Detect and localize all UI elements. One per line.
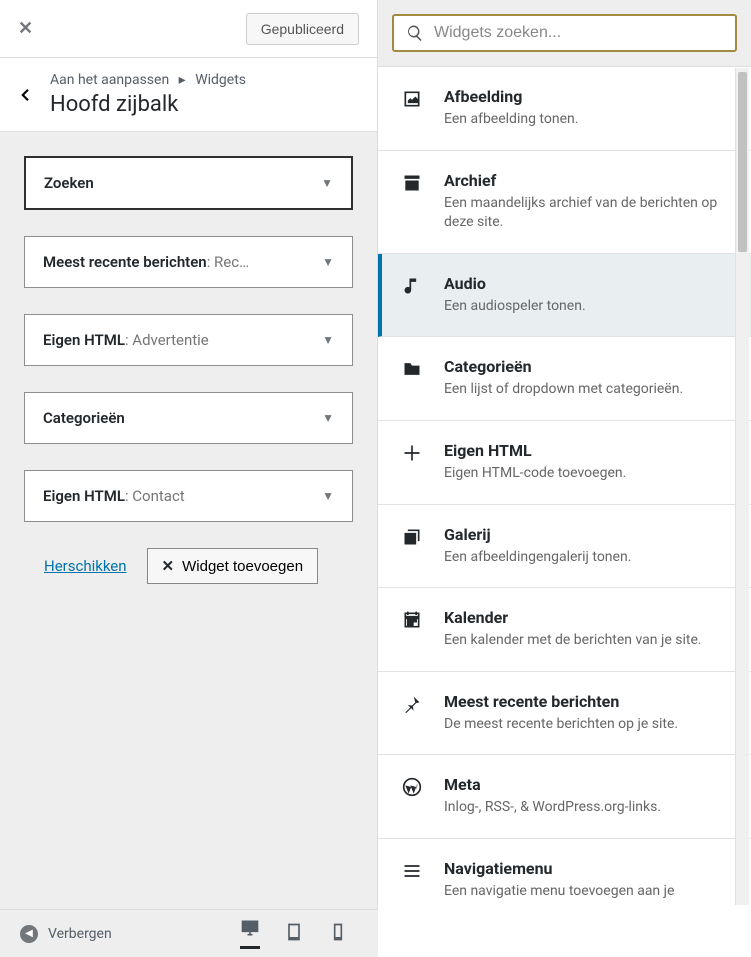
available-widget-name: Meta bbox=[444, 775, 661, 794]
breadcrumb-current: Widgets bbox=[195, 72, 246, 88]
search-icon bbox=[406, 24, 424, 42]
chevron-down-icon: ▼ bbox=[322, 255, 334, 269]
available-widget-desc: Een audiospeler tonen. bbox=[444, 297, 586, 317]
available-widget-item[interactable]: Archief Een maandelijks archief van de be… bbox=[378, 151, 751, 254]
available-widget-item[interactable]: Kalender Een kalender met de berichten va… bbox=[378, 588, 751, 672]
widget-item-label: Eigen HTML: Advertentie bbox=[43, 331, 209, 349]
scrollbar-thumb[interactable] bbox=[738, 72, 747, 252]
add-widget-button[interactable]: ✕ Widget toevoegen bbox=[147, 548, 319, 584]
wordpress-icon bbox=[402, 775, 422, 818]
close-icon[interactable]: ✕ bbox=[18, 18, 33, 39]
publish-button[interactable]: Gepubliceerd bbox=[246, 13, 359, 45]
close-icon: ✕ bbox=[162, 557, 175, 575]
scrollbar-track[interactable] bbox=[735, 68, 749, 905]
widget-item-label: Zoeken bbox=[44, 174, 94, 192]
back-button[interactable] bbox=[0, 58, 50, 104]
pin-icon bbox=[402, 692, 422, 735]
add-widget-label: Widget toevoegen bbox=[182, 558, 303, 575]
collapse-icon: ◀ bbox=[20, 925, 38, 943]
breadcrumb-separator: ▸ bbox=[179, 72, 186, 88]
desktop-icon bbox=[240, 918, 260, 938]
available-widget-name: Afbeelding bbox=[444, 87, 578, 106]
widget-item[interactable]: Meest recente berichten: Rec… ▼ bbox=[24, 236, 353, 288]
chevron-down-icon: ▼ bbox=[321, 176, 333, 190]
available-widget-desc: De meest recente berichten op je site. bbox=[444, 715, 678, 735]
search-input[interactable] bbox=[434, 24, 723, 42]
available-widget-item[interactable]: Audio Een audiospeler tonen. bbox=[378, 254, 751, 338]
widget-item[interactable]: Zoeken ▼ bbox=[24, 156, 353, 210]
menu-icon bbox=[402, 859, 422, 902]
available-widget-desc: Een kalender met de berichten van je sit… bbox=[444, 631, 702, 651]
audio-icon bbox=[402, 274, 422, 317]
widget-item[interactable]: Categorieën ▼ bbox=[24, 392, 353, 444]
available-widget-item[interactable]: Meest recente berichten De meest recente … bbox=[378, 672, 751, 756]
available-widget-desc: Eigen HTML-code toevoegen. bbox=[444, 464, 626, 484]
available-widget-name: Categorieën bbox=[444, 357, 683, 376]
available-widget-desc: Een maandelijks archief van de berichten… bbox=[444, 194, 727, 233]
available-widget-item[interactable]: Categorieën Een lijst of dropdown met cat… bbox=[378, 337, 751, 421]
gallery-icon bbox=[402, 525, 422, 568]
available-widget-desc: Een lijst of dropdown met categorieën. bbox=[444, 380, 683, 400]
widget-item[interactable]: Eigen HTML: Advertentie ▼ bbox=[24, 314, 353, 366]
available-widget-name: Navigatiemenu bbox=[444, 859, 674, 878]
available-widget-item[interactable]: Galerij Een afbeeldingengalerij tonen. bbox=[378, 505, 751, 589]
breadcrumb-root: Aan het aanpassen bbox=[50, 72, 169, 88]
image-icon bbox=[402, 87, 422, 130]
available-widget-name: Galerij bbox=[444, 525, 631, 544]
hide-label: Verbergen bbox=[48, 926, 112, 942]
chevron-down-icon: ▼ bbox=[322, 489, 334, 503]
available-widget-desc: Inlog-, RSS-, & WordPress.org-links. bbox=[444, 798, 661, 818]
mobile-icon bbox=[328, 922, 348, 942]
plus-icon bbox=[402, 441, 422, 484]
device-tablet-button[interactable] bbox=[284, 922, 304, 946]
available-widget-item[interactable]: Meta Inlog-, RSS-, & WordPress.org-links. bbox=[378, 755, 751, 839]
widget-item-label: Categorieën bbox=[43, 409, 125, 427]
available-widget-desc: Een afbeelding tonen. bbox=[444, 110, 578, 130]
available-widget-name: Kalender bbox=[444, 608, 702, 627]
widget-item[interactable]: Eigen HTML: Contact ▼ bbox=[24, 470, 353, 522]
device-desktop-button[interactable] bbox=[240, 918, 260, 949]
device-mobile-button[interactable] bbox=[328, 922, 348, 946]
chevron-down-icon: ▼ bbox=[322, 411, 334, 425]
folder-icon bbox=[402, 357, 422, 400]
hide-controls-button[interactable]: ◀ Verbergen bbox=[20, 925, 112, 943]
available-widget-desc: Een afbeeldingengalerij tonen. bbox=[444, 548, 631, 568]
available-widget-name: Audio bbox=[444, 274, 586, 293]
available-widget-item[interactable]: Eigen HTML Eigen HTML-code toevoegen. bbox=[378, 421, 751, 505]
available-widget-name: Meest recente berichten bbox=[444, 692, 678, 711]
available-widget-name: Archief bbox=[444, 171, 727, 190]
search-field[interactable] bbox=[392, 14, 737, 52]
available-widget-desc: Een navigatie menu toevoegen aan je bbox=[444, 882, 674, 902]
chevron-left-icon bbox=[16, 86, 34, 104]
archive-icon bbox=[402, 171, 422, 233]
available-widget-item[interactable]: Navigatiemenu Een navigatie menu toevoege… bbox=[378, 839, 751, 909]
page-title: Hoofd zijbalk bbox=[50, 92, 377, 117]
widget-item-label: Eigen HTML: Contact bbox=[43, 487, 185, 505]
tablet-icon bbox=[284, 922, 304, 942]
reorder-link[interactable]: Herschikken bbox=[44, 557, 127, 575]
calendar-icon bbox=[402, 608, 422, 651]
available-widget-name: Eigen HTML bbox=[444, 441, 626, 460]
widget-item-label: Meest recente berichten: Rec… bbox=[43, 253, 249, 271]
breadcrumb: Aan het aanpassen ▸ Widgets bbox=[50, 72, 377, 88]
chevron-down-icon: ▼ bbox=[322, 333, 334, 347]
available-widget-item[interactable]: Afbeelding Een afbeelding tonen. bbox=[378, 67, 751, 151]
